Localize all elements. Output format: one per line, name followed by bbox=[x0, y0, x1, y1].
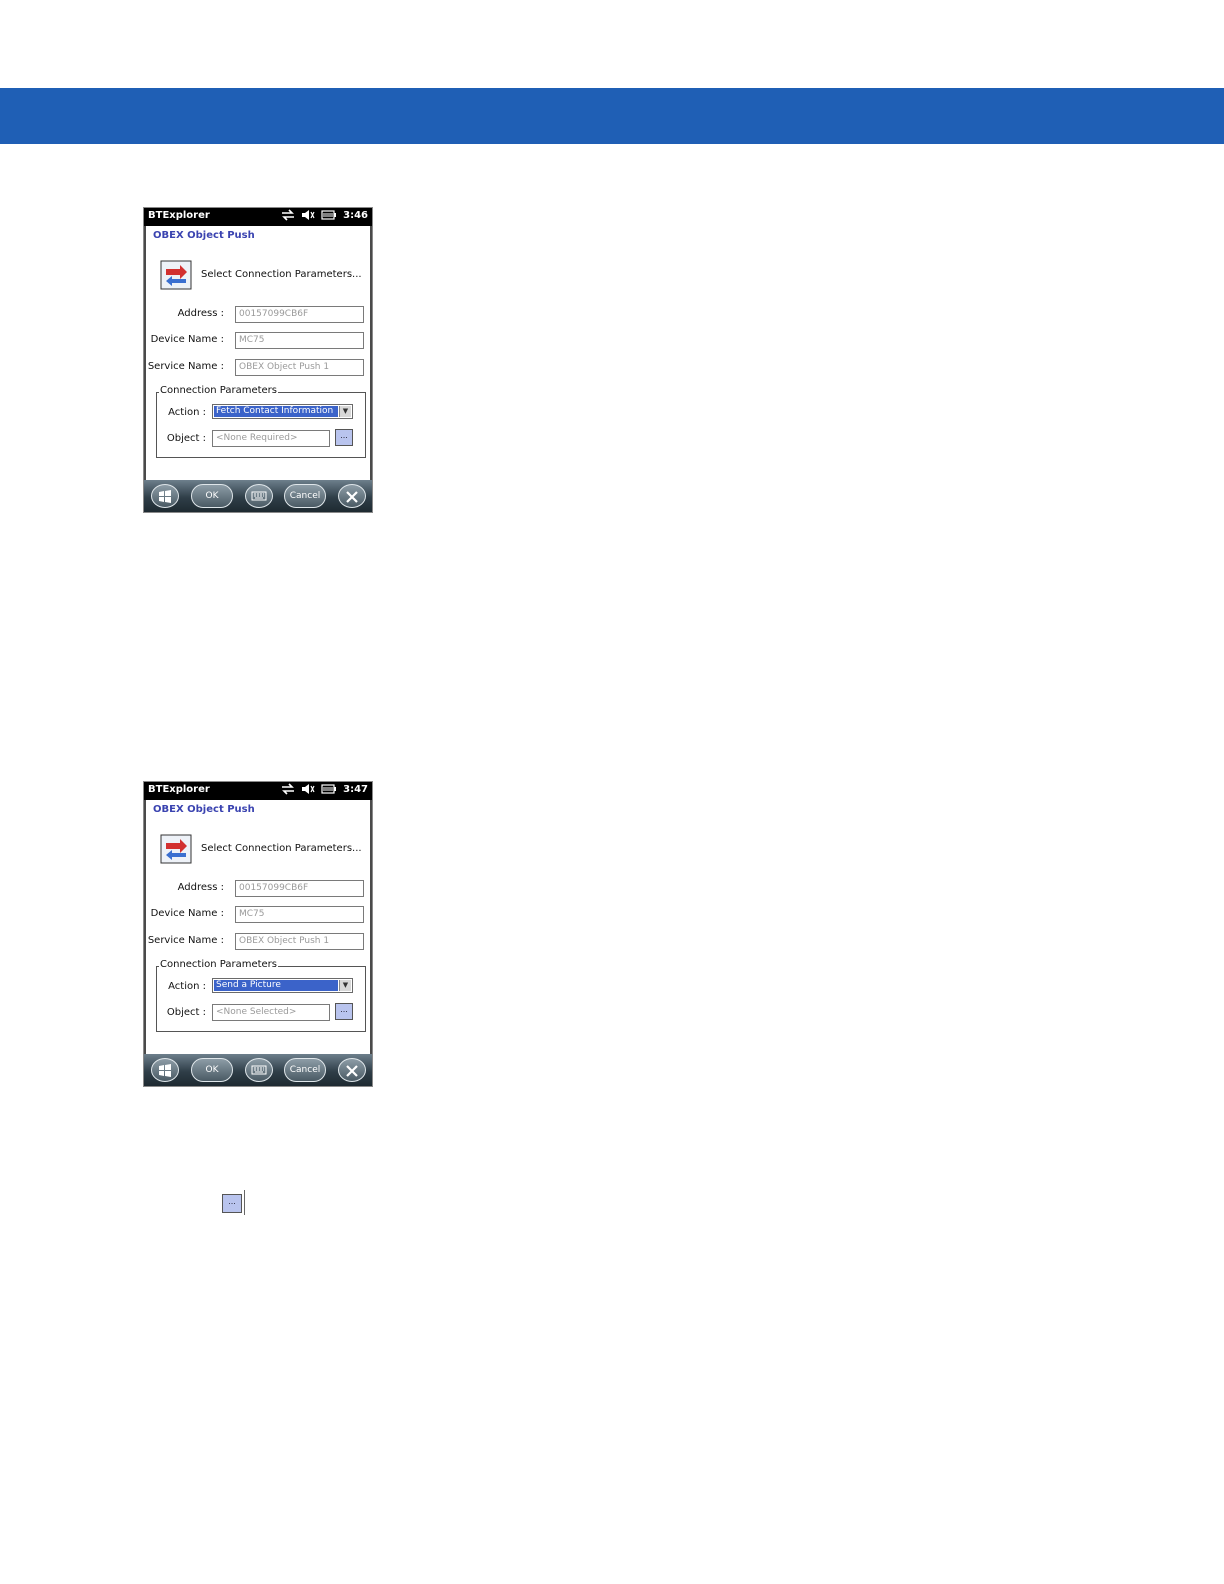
close-icon bbox=[346, 491, 358, 503]
browse-button[interactable]: ... bbox=[335, 429, 353, 446]
service-name-field: OBEX Object Push 1 bbox=[235, 359, 364, 376]
action-dropdown[interactable]: Send a Picture ▼ bbox=[212, 978, 353, 993]
start-button[interactable] bbox=[151, 1058, 179, 1082]
address-field: 00157099CB6F bbox=[235, 880, 364, 897]
windows-logo-icon bbox=[159, 490, 171, 503]
clock[interactable]: 3:47 bbox=[343, 784, 368, 795]
action-dropdown[interactable]: Fetch Contact Information ▼ bbox=[212, 404, 353, 419]
close-icon bbox=[346, 1065, 358, 1077]
object-field[interactable]: <None Required> bbox=[212, 430, 330, 447]
close-button[interactable] bbox=[338, 1058, 366, 1082]
cancel-button[interactable]: Cancel bbox=[284, 484, 326, 508]
action-selected-value: Send a Picture bbox=[214, 980, 338, 991]
device-name-field: MC75 bbox=[235, 332, 364, 349]
service-name-field: OBEX Object Push 1 bbox=[235, 933, 364, 950]
service-name-label: Service Name : bbox=[147, 361, 224, 372]
action-selected-value: Fetch Contact Information bbox=[214, 406, 338, 417]
text-cursor bbox=[244, 1190, 245, 1215]
object-label: Object : bbox=[166, 1007, 206, 1018]
battery-icon[interactable] bbox=[321, 210, 337, 220]
cancel-button[interactable]: Cancel bbox=[284, 1058, 326, 1082]
header-band bbox=[0, 88, 1224, 144]
prompt-text: Select Connection Parameters... bbox=[201, 269, 362, 280]
connection-parameters-label: Connection Parameters bbox=[159, 385, 278, 396]
battery-icon[interactable] bbox=[321, 784, 337, 794]
device-screenshot-1: BTExplorer 3:46 OBEX Object Push Select … bbox=[143, 207, 373, 513]
connectivity-icon[interactable] bbox=[281, 783, 295, 795]
taskbar: OK Cancel bbox=[144, 480, 372, 512]
status-bar: BTExplorer 3:46 bbox=[144, 208, 372, 226]
connectivity-icon[interactable] bbox=[281, 209, 295, 221]
screen-title: OBEX Object Push bbox=[153, 804, 255, 815]
device-screenshot-2: BTExplorer 3:47 OBEX Object Push Select … bbox=[143, 781, 373, 1087]
device-name-label: Device Name : bbox=[150, 334, 224, 345]
action-label: Action : bbox=[168, 407, 206, 418]
clock[interactable]: 3:46 bbox=[343, 210, 368, 221]
screen-title: OBEX Object Push bbox=[153, 230, 255, 241]
connection-parameters-group bbox=[156, 392, 366, 458]
service-name-label: Service Name : bbox=[147, 935, 224, 946]
chevron-down-icon[interactable]: ▼ bbox=[339, 980, 351, 991]
windows-logo-icon bbox=[159, 1064, 171, 1077]
prompt-text: Select Connection Parameters... bbox=[201, 843, 362, 854]
close-button[interactable] bbox=[338, 484, 366, 508]
chevron-down-icon[interactable]: ▼ bbox=[339, 406, 351, 417]
ok-button[interactable]: OK bbox=[191, 484, 233, 508]
start-button[interactable] bbox=[151, 484, 179, 508]
browse-button[interactable]: ... bbox=[335, 1003, 353, 1020]
object-label: Object : bbox=[166, 433, 206, 444]
obex-transfer-icon bbox=[160, 260, 192, 290]
keyboard-icon bbox=[251, 1065, 267, 1075]
address-field: 00157099CB6F bbox=[235, 306, 364, 323]
device-name-label: Device Name : bbox=[150, 908, 224, 919]
address-label: Address : bbox=[177, 882, 224, 893]
taskbar: OK Cancel bbox=[144, 1054, 372, 1086]
keyboard-button[interactable] bbox=[245, 1058, 273, 1082]
device-name-field: MC75 bbox=[235, 906, 364, 923]
volume-muted-icon[interactable] bbox=[301, 783, 315, 795]
obex-transfer-icon bbox=[160, 834, 192, 864]
connection-parameters-group bbox=[156, 966, 366, 1032]
app-title: BTExplorer bbox=[148, 784, 210, 795]
action-label: Action : bbox=[168, 981, 206, 992]
connection-parameters-label: Connection Parameters bbox=[159, 959, 278, 970]
ok-button[interactable]: OK bbox=[191, 1058, 233, 1082]
address-label: Address : bbox=[177, 308, 224, 319]
app-title: BTExplorer bbox=[148, 210, 210, 221]
status-bar: BTExplorer 3:47 bbox=[144, 782, 372, 800]
keyboard-icon bbox=[251, 491, 267, 501]
object-field[interactable]: <None Selected> bbox=[212, 1004, 330, 1021]
keyboard-button[interactable] bbox=[245, 484, 273, 508]
inline-browse-button-image: ... bbox=[222, 1194, 242, 1213]
volume-muted-icon[interactable] bbox=[301, 209, 315, 221]
